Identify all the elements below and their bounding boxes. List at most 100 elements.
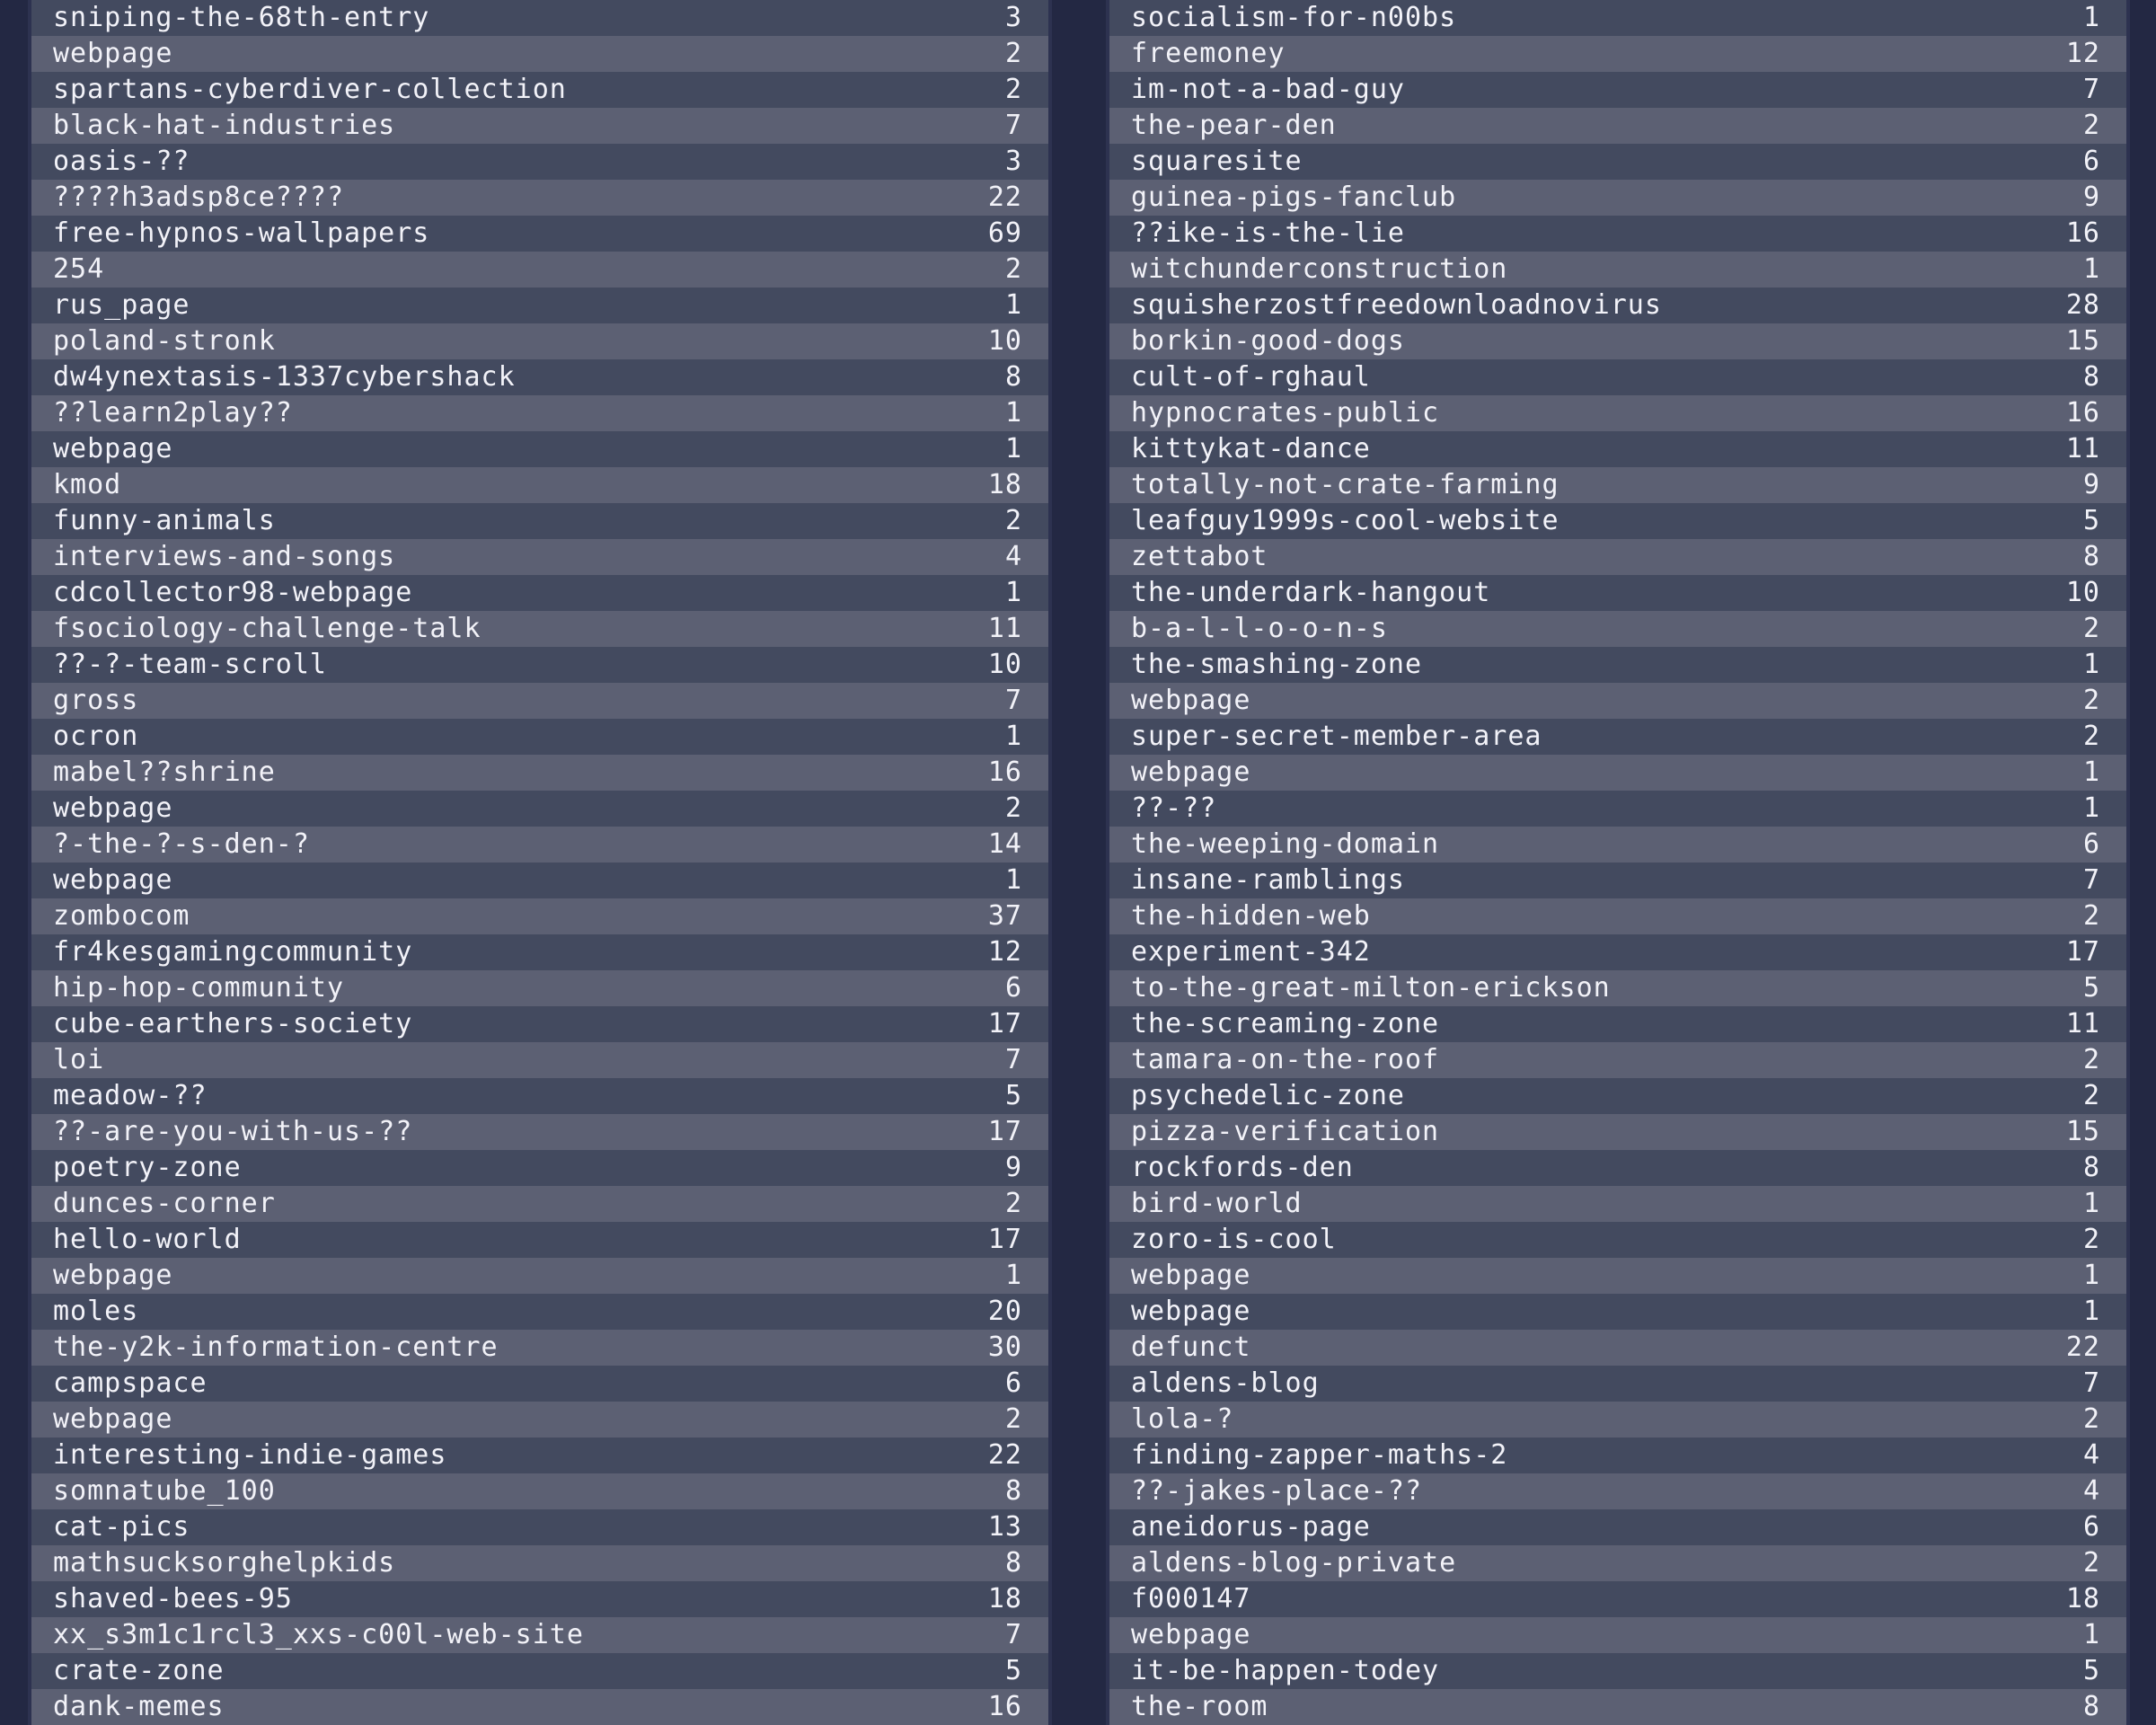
site-name[interactable]: witchunderconstruction: [1131, 252, 1507, 288]
site-row[interactable]: the-weeping-domain 6: [1109, 827, 2126, 862]
site-row[interactable]: funny-animals 2: [31, 503, 1048, 539]
site-row[interactable]: dw4ynextasis-1337cybershack 8: [31, 359, 1048, 395]
site-name[interactable]: it-be-happen-todey: [1131, 1653, 1439, 1689]
site-name[interactable]: campspace: [53, 1366, 208, 1402]
site-row[interactable]: ??-jakes-place-?? 4: [1109, 1473, 2126, 1509]
site-row[interactable]: to-the-great-milton-erickson 5: [1109, 970, 2126, 1006]
site-row[interactable]: aldens-blog 7: [1109, 1366, 2126, 1402]
site-name[interactable]: interviews-and-songs: [53, 539, 395, 575]
site-name[interactable]: totally-not-crate-farming: [1131, 467, 1560, 503]
site-row[interactable]: hip-hop-community 6: [31, 970, 1048, 1006]
site-name[interactable]: to-the-great-milton-erickson: [1131, 970, 1611, 1006]
site-name[interactable]: bird-world: [1131, 1186, 1303, 1222]
site-name[interactable]: the-smashing-zone: [1131, 647, 1422, 683]
site-name[interactable]: im-not-a-bad-guy: [1131, 72, 1405, 108]
site-name[interactable]: aldens-blog-private: [1131, 1545, 1456, 1581]
site-name[interactable]: xx_s3m1c1rcl3_xxs-c00l-web-site: [53, 1617, 584, 1653]
site-row[interactable]: ??-?? 1: [1109, 791, 2126, 827]
site-row[interactable]: f000147 18: [1109, 1581, 2126, 1617]
site-name[interactable]: hip-hop-community: [53, 970, 344, 1006]
site-name[interactable]: super-secret-member-area: [1131, 719, 1542, 755]
site-row[interactable]: webpage 1: [1109, 1294, 2126, 1330]
site-name[interactable]: ????h3adsp8ce????: [53, 180, 344, 216]
site-row[interactable]: free-hypnos-wallpapers 69: [31, 216, 1048, 252]
site-name[interactable]: insane-ramblings: [1131, 862, 1405, 898]
site-row[interactable]: zettabot 8: [1109, 539, 2126, 575]
site-name[interactable]: sniping-the-68th-entry: [53, 0, 429, 36]
site-name[interactable]: zoro-is-cool: [1131, 1222, 1337, 1258]
site-row[interactable]: the-smashing-zone 1: [1109, 647, 2126, 683]
site-name[interactable]: aldens-blog: [1131, 1366, 1320, 1402]
site-name[interactable]: meadow-??: [53, 1078, 208, 1114]
site-row[interactable]: zoro-is-cool 2: [1109, 1222, 2126, 1258]
site-row[interactable]: poetry-zone 9: [31, 1150, 1048, 1186]
site-name[interactable]: black-hat-industries: [53, 108, 395, 144]
site-row[interactable]: cat-pics 13: [31, 1509, 1048, 1545]
site-name[interactable]: ??-jakes-place-??: [1131, 1473, 1422, 1509]
site-row[interactable]: ??-are-you-with-us-?? 17: [31, 1114, 1048, 1150]
site-name[interactable]: gross: [53, 683, 138, 719]
site-name[interactable]: loi: [53, 1042, 104, 1078]
site-name[interactable]: cube-earthers-society: [53, 1006, 412, 1042]
site-name[interactable]: somnatube_100: [53, 1473, 276, 1509]
site-name[interactable]: webpage: [53, 862, 172, 898]
site-name[interactable]: lola-?: [1131, 1402, 1233, 1438]
site-row[interactable]: crate-zone 5: [31, 1653, 1048, 1689]
site-row[interactable]: hypnocrates-public 16: [1109, 395, 2126, 431]
site-row[interactable]: dank-memes 16: [31, 1689, 1048, 1725]
site-name[interactable]: hello-world: [53, 1222, 242, 1258]
site-name[interactable]: webpage: [1131, 1294, 1250, 1330]
site-row[interactable]: webpage 1: [31, 862, 1048, 898]
site-name[interactable]: the-underdark-hangout: [1131, 575, 1490, 611]
site-row[interactable]: totally-not-crate-farming 9: [1109, 467, 2126, 503]
site-name[interactable]: webpage: [1131, 1258, 1250, 1294]
site-name[interactable]: the-pear-den: [1131, 108, 1337, 144]
site-row[interactable]: lola-? 2: [1109, 1402, 2126, 1438]
site-name[interactable]: the-screaming-zone: [1131, 1006, 1439, 1042]
site-name[interactable]: the-hidden-web: [1131, 898, 1371, 934]
site-row[interactable]: sniping-the-68th-entry 3: [31, 0, 1048, 36]
site-row[interactable]: squaresite 6: [1109, 144, 2126, 180]
site-row[interactable]: xx_s3m1c1rcl3_xxs-c00l-web-site 7: [31, 1617, 1048, 1653]
site-row[interactable]: super-secret-member-area 2: [1109, 719, 2126, 755]
site-name[interactable]: ocron: [53, 719, 138, 755]
site-name[interactable]: the-y2k-information-centre: [53, 1330, 499, 1366]
site-row[interactable]: webpage 1: [1109, 1258, 2126, 1294]
site-name[interactable]: webpage: [53, 36, 172, 72]
site-row[interactable]: guinea-pigs-fanclub 9: [1109, 180, 2126, 216]
site-name[interactable]: moles: [53, 1294, 138, 1330]
site-name[interactable]: zettabot: [1131, 539, 1268, 575]
site-row[interactable]: cube-earthers-society 17: [31, 1006, 1048, 1042]
site-name[interactable]: dank-memes: [53, 1689, 225, 1725]
site-name[interactable]: free-hypnos-wallpapers: [53, 216, 429, 252]
site-row[interactable]: webpage 1: [1109, 755, 2126, 791]
site-row[interactable]: the-pear-den 2: [1109, 108, 2126, 144]
site-row[interactable]: cult-of-rghaul 8: [1109, 359, 2126, 395]
site-row[interactable]: it-be-happen-todey 5: [1109, 1653, 2126, 1689]
site-row[interactable]: black-hat-industries 7: [31, 108, 1048, 144]
site-row[interactable]: the-screaming-zone 11: [1109, 1006, 2126, 1042]
site-name[interactable]: socialism-for-n00bs: [1131, 0, 1456, 36]
site-row[interactable]: poland-stronk 10: [31, 323, 1048, 359]
site-name[interactable]: shaved-bees-95: [53, 1581, 293, 1617]
site-name[interactable]: experiment-342: [1131, 934, 1371, 970]
site-name[interactable]: fsociology-challenge-talk: [53, 611, 482, 647]
site-name[interactable]: rus_page: [53, 288, 190, 323]
site-row[interactable]: meadow-?? 5: [31, 1078, 1048, 1114]
site-row[interactable]: webpage 2: [31, 791, 1048, 827]
site-name[interactable]: webpage: [53, 1402, 172, 1438]
site-row[interactable]: witchunderconstruction 1: [1109, 252, 2126, 288]
site-row[interactable]: kmod 18: [31, 467, 1048, 503]
site-name[interactable]: squisherzostfreedownloadnovirus: [1131, 288, 1662, 323]
site-name[interactable]: ??-?-team-scroll: [53, 647, 327, 683]
site-name[interactable]: squaresite: [1131, 144, 1303, 180]
site-row[interactable]: 254 2: [31, 252, 1048, 288]
site-row[interactable]: aneidorus-page 6: [1109, 1509, 2126, 1545]
site-row[interactable]: kittykat-dance 11: [1109, 431, 2126, 467]
site-name[interactable]: mathsucksorghelpkids: [53, 1545, 395, 1581]
site-row[interactable]: leafguy1999s-cool-website 5: [1109, 503, 2126, 539]
site-row[interactable]: borkin-good-dogs 15: [1109, 323, 2126, 359]
site-row[interactable]: psychedelic-zone 2: [1109, 1078, 2126, 1114]
site-name[interactable]: poetry-zone: [53, 1150, 242, 1186]
site-row[interactable]: webpage 1: [31, 431, 1048, 467]
